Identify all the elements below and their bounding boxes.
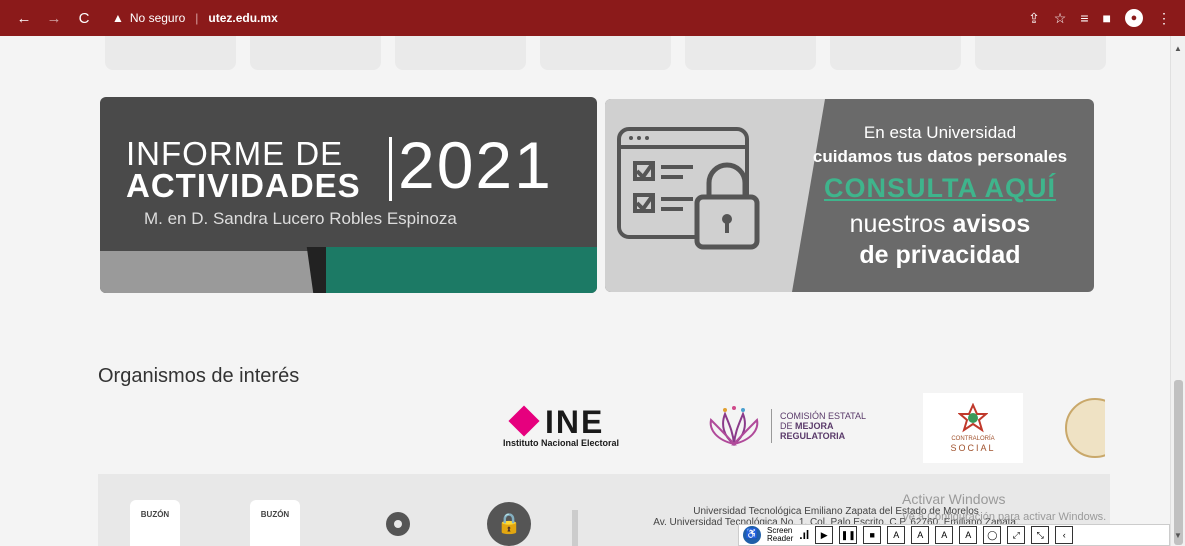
buzon-card[interactable]: BUZÓN bbox=[130, 500, 180, 546]
seal-icon bbox=[1065, 398, 1105, 458]
contraloria-emblem-icon bbox=[957, 402, 989, 433]
informe-line2: ACTIVIDADES bbox=[126, 167, 361, 204]
text-size-icon[interactable]: A bbox=[887, 526, 906, 544]
informe-banner[interactable]: INFORME DE ACTIVIDADES 2021 M. en D. San… bbox=[100, 97, 597, 293]
collapse-icon[interactable]: ⤡ bbox=[1031, 526, 1050, 544]
accessibility-icon[interactable]: ♿ bbox=[743, 526, 761, 544]
buzon-card[interactable]: BUZÓN bbox=[250, 500, 300, 546]
privacidad-line5: de privacidad bbox=[859, 241, 1021, 269]
screen-reader-name: Screen Reader bbox=[767, 526, 794, 543]
top-cards bbox=[105, 36, 1106, 70]
scroll-up-icon[interactable]: ▲ bbox=[1174, 44, 1182, 53]
scrollbar[interactable]: ▲ ▼ bbox=[1170, 36, 1185, 546]
pause-icon[interactable]: ❚❚ bbox=[839, 526, 858, 544]
seal-logo[interactable] bbox=[1065, 398, 1105, 458]
expand-icon[interactable]: ⤢ bbox=[1007, 526, 1026, 544]
activar-sub: Ve a Configuración para activar Windows. bbox=[902, 511, 1107, 523]
text-size-icon[interactable]: A bbox=[935, 526, 954, 544]
privacidad-line1: En esta Universidad bbox=[863, 123, 1017, 142]
url-text: utez.edu.mx bbox=[208, 11, 278, 25]
reading-list-icon[interactable]: ≡ bbox=[1080, 10, 1088, 26]
informe-name: M. en D. Sandra Lucero Robles Espinoza bbox=[144, 209, 457, 228]
stop-icon[interactable]: ■ bbox=[863, 526, 882, 544]
ine-logo[interactable]: INE Instituto Nacional Electoral bbox=[503, 404, 653, 450]
reload-icon[interactable]: C bbox=[76, 10, 92, 27]
avatar[interactable]: ● bbox=[1125, 9, 1143, 27]
card[interactable] bbox=[685, 36, 816, 70]
address-bar[interactable]: ▲ No seguro | utez.edu.mx bbox=[112, 5, 278, 31]
magnifier-icon[interactable]: ◯ bbox=[983, 526, 1002, 544]
warning-icon: ▲ bbox=[112, 11, 124, 25]
back-icon[interactable]: ← bbox=[16, 10, 32, 27]
security-label: No seguro bbox=[129, 11, 186, 25]
scrollbar-thumb[interactable] bbox=[1174, 380, 1183, 545]
ine-diamond-icon bbox=[508, 405, 540, 437]
ine-subtitle: Instituto Nacional Electoral bbox=[503, 438, 620, 448]
text-size-icon[interactable]: A bbox=[911, 526, 930, 544]
menu-icon[interactable]: ⋮ bbox=[1157, 10, 1171, 27]
contraloria-line2: SOCIAL bbox=[950, 443, 996, 453]
separator: | bbox=[195, 11, 199, 25]
screen-reader-toolbar: ♿ Screen Reader .ıl ▶ ❚❚ ■ A A A A ◯ ⤢ ⤡… bbox=[738, 524, 1170, 546]
decor-strip bbox=[326, 247, 597, 293]
volume-icon[interactable]: .ıl bbox=[799, 528, 809, 542]
card[interactable] bbox=[250, 36, 381, 70]
card[interactable] bbox=[540, 36, 671, 70]
privacidad-banner[interactable]: En esta Universidad cuidamos tus datos p… bbox=[605, 99, 1094, 292]
divider bbox=[389, 137, 392, 201]
scroll-down-icon[interactable]: ▼ bbox=[1174, 531, 1182, 540]
card[interactable] bbox=[830, 36, 961, 70]
divider bbox=[572, 510, 578, 546]
section-title: Organismos de interés bbox=[98, 365, 300, 387]
privacy-lock-icon bbox=[617, 127, 760, 250]
windows-activation-watermark: Activar Windows Ve a Configuración para … bbox=[902, 491, 1106, 523]
mejora-regulatoria-logo[interactable]: COMISIÓN ESTATAL DE MEJORA REGULATORIA bbox=[705, 406, 866, 446]
mejora-text: COMISIÓN ESTATAL DE MEJORA REGULATORIA bbox=[780, 411, 867, 441]
ine-word: INE bbox=[545, 404, 605, 440]
contraloria-social-logo[interactable]: CONTRALORÍA SOCIAL bbox=[923, 393, 1023, 463]
privacidad-line4: nuestros avisos bbox=[849, 210, 1031, 238]
informe-year: 2021 bbox=[398, 128, 553, 202]
card[interactable] bbox=[105, 36, 236, 70]
share-icon[interactable]: ⇪ bbox=[1028, 10, 1040, 27]
forward-icon[interactable]: → bbox=[46, 10, 62, 27]
browser-toolbar: ← → C ▲ No seguro | utez.edu.mx ⇪ ☆ ≡ ■ … bbox=[0, 0, 1185, 36]
close-icon[interactable]: ‹ bbox=[1055, 526, 1074, 544]
contraloria-line1: CONTRALORÍA bbox=[951, 436, 995, 442]
star-icon[interactable]: ☆ bbox=[1054, 10, 1067, 27]
activar-title: Activar Windows bbox=[902, 491, 1006, 507]
card[interactable] bbox=[975, 36, 1106, 70]
side-panel-icon[interactable]: ■ bbox=[1103, 10, 1111, 26]
lock-icon[interactable]: 🔒 bbox=[487, 502, 531, 546]
divider bbox=[771, 409, 772, 443]
play-icon[interactable]: ▶ bbox=[815, 526, 834, 544]
consulta-link[interactable]: CONSULTA AQUÍ bbox=[795, 173, 1085, 204]
privacidad-line2: cuidamos tus datos personales bbox=[812, 147, 1068, 166]
lotus-icon bbox=[709, 406, 759, 446]
decor-strip bbox=[100, 251, 320, 293]
location-pin-icon[interactable] bbox=[386, 512, 410, 536]
font-icon[interactable]: A bbox=[959, 526, 978, 544]
card[interactable] bbox=[395, 36, 526, 70]
